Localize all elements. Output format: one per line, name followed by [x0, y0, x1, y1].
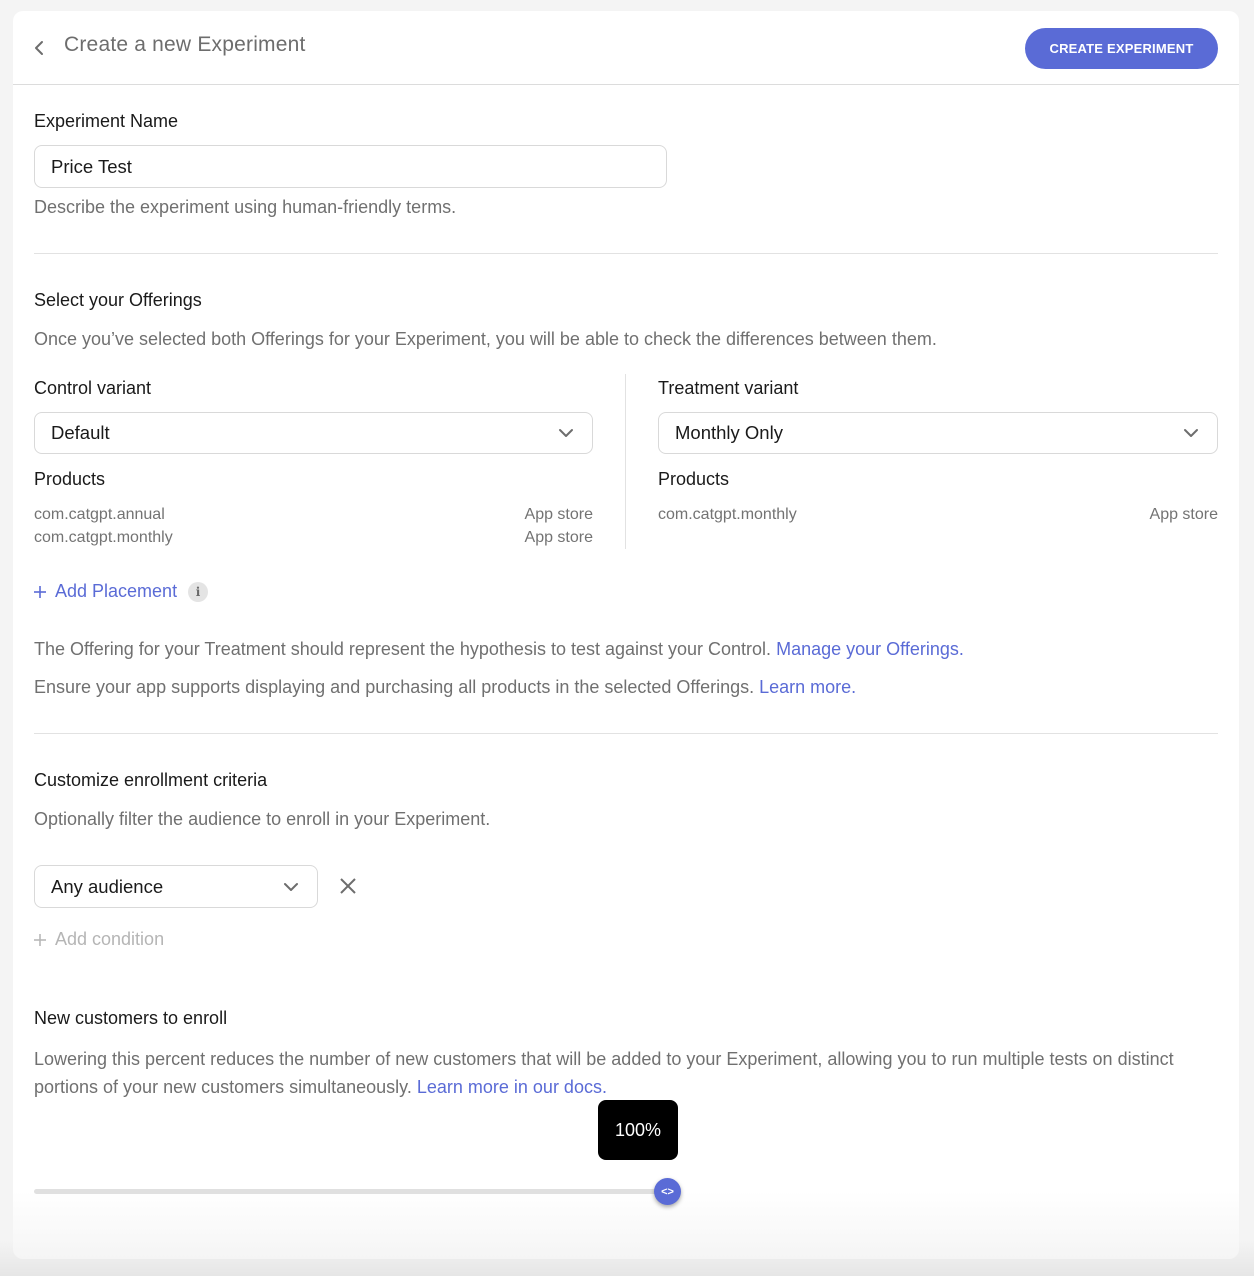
- product-id: com.catgpt.monthly: [34, 529, 173, 546]
- plus-icon: [34, 933, 46, 946]
- page-title: Create a new Experiment: [64, 33, 306, 56]
- add-condition-label: Add condition: [55, 929, 165, 949]
- treatment-variant-select[interactable]: Monthly Only: [658, 412, 1218, 454]
- offerings-heading: Select your Offerings: [34, 290, 202, 310]
- new-customers-help: Lowering this percent reduces the number…: [34, 1045, 1218, 1101]
- treatment-variant-value: Monthly Only: [675, 422, 783, 443]
- enroll-percent-slider-handle[interactable]: <>: [654, 1178, 681, 1205]
- control-variant-label: Control variant: [34, 378, 152, 398]
- add-placement-button[interactable]: Add Placement i: [32, 581, 209, 602]
- treatment-note: The Offering for your Treatment should r…: [34, 639, 964, 660]
- support-note: Ensure your app supports displaying and …: [34, 677, 856, 698]
- section-divider: [34, 253, 1218, 254]
- treatment-variant-label: Treatment variant: [658, 378, 799, 398]
- section-divider: [34, 733, 1218, 734]
- treatment-note-text: The Offering for your Treatment should r…: [34, 639, 772, 659]
- add-placement-label: Add Placement: [55, 581, 178, 601]
- page-header: Create a new Experiment CREATE EXPERIMEN…: [13, 11, 1239, 85]
- product-store: App store: [1149, 506, 1218, 523]
- control-products-label: Products: [34, 469, 106, 489]
- audience-select[interactable]: Any audience: [34, 865, 318, 908]
- plus-icon: [34, 585, 46, 598]
- learn-more-link[interactable]: Learn more.: [759, 677, 856, 697]
- product-store: App store: [524, 529, 593, 546]
- back-chevron-icon[interactable]: [31, 36, 47, 60]
- offerings-help: Once you’ve selected both Offerings for …: [34, 329, 937, 349]
- experiment-name-value: Price Test: [51, 155, 132, 177]
- variant-divider: [625, 374, 626, 549]
- experiment-card: Create a new Experiment CREATE EXPERIMEN…: [13, 11, 1239, 1259]
- experiment-name-help: Describe the experiment using human-frie…: [34, 197, 457, 217]
- product-store: App store: [524, 506, 593, 523]
- create-experiment-button[interactable]: CREATE EXPERIMENT: [1025, 28, 1218, 69]
- percent-tooltip: 100%: [598, 1100, 678, 1160]
- manage-offerings-link[interactable]: Manage your Offerings.: [776, 639, 964, 659]
- control-variant-value: Default: [51, 422, 110, 443]
- product-id: com.catgpt.annual: [34, 506, 165, 523]
- add-condition-button[interactable]: Add condition: [32, 929, 164, 950]
- remove-condition-close-icon[interactable]: [339, 877, 357, 895]
- enrollment-heading: Customize enrollment criteria: [34, 770, 268, 790]
- enroll-percent-slider-track[interactable]: [34, 1189, 667, 1194]
- chevron-down-icon: [1184, 429, 1198, 437]
- enrollment-help: Optionally filter the audience to enroll…: [34, 809, 491, 829]
- treatment-products-label: Products: [658, 469, 730, 489]
- chevron-down-icon: [284, 882, 298, 891]
- audience-value: Any audience: [51, 875, 164, 897]
- control-variant-select[interactable]: Default: [34, 412, 593, 454]
- experiment-name-input[interactable]: Price Test: [34, 145, 667, 188]
- info-icon[interactable]: i: [188, 581, 209, 602]
- support-note-text: Ensure your app supports displaying and …: [34, 677, 755, 697]
- experiment-name-label: Experiment Name: [34, 111, 179, 131]
- product-id: com.catgpt.monthly: [658, 506, 797, 523]
- docs-link[interactable]: Learn more in our docs.: [417, 1077, 607, 1097]
- new-customers-heading: New customers to enroll: [34, 1008, 228, 1028]
- chevron-down-icon: [559, 429, 573, 437]
